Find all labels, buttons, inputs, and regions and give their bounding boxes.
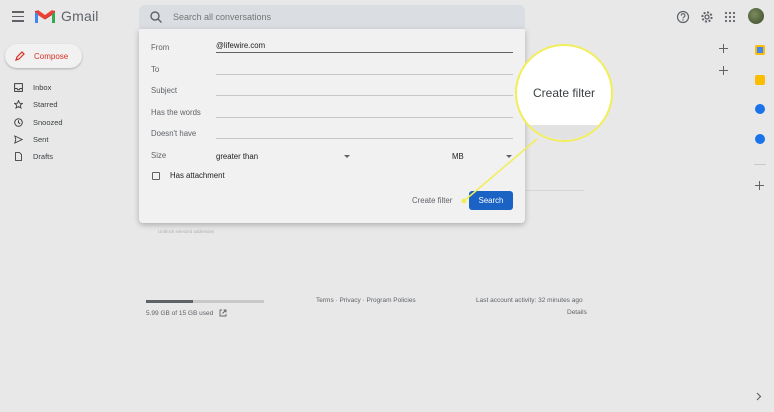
calendar-icon[interactable]: [755, 45, 765, 55]
doesnt-have-field[interactable]: [216, 125, 513, 139]
apps-grid-icon[interactable]: [724, 9, 736, 25]
gmail-logo-text: Gmail: [61, 8, 99, 24]
storage-progress-bar: [146, 300, 264, 303]
from-label: From: [151, 43, 170, 52]
add-icon[interactable]: [719, 66, 728, 75]
compose-label: Compose: [34, 51, 69, 61]
create-filter-link[interactable]: Create filter: [412, 196, 452, 205]
sidebar-item-label: Snoozed: [33, 117, 63, 127]
footer-policy-links[interactable]: Terms · Privacy · Program Policies: [316, 297, 416, 304]
account-avatar[interactable]: [748, 8, 764, 24]
star-icon: [14, 100, 23, 110]
filter-size-row: Size greater than MB: [151, 143, 513, 164]
contacts-icon[interactable]: [755, 134, 765, 144]
size-unit-value: MB: [452, 152, 464, 161]
rail-divider: [754, 164, 766, 165]
has-words-label: Has the words: [151, 108, 201, 117]
size-operator-select[interactable]: greater than: [216, 152, 350, 161]
last-activity-text: Last account activity: 32 minutes ago: [476, 297, 583, 304]
unblock-addresses-link[interactable]: Unblock selected addresses: [158, 229, 214, 234]
filter-subject-row: Subject: [151, 78, 513, 99]
subject-label: Subject: [151, 86, 178, 95]
get-addons-icon[interactable]: [755, 181, 764, 190]
main-menu-icon[interactable]: [12, 11, 24, 22]
pencil-icon: [15, 51, 25, 61]
sidebar-item-label: Inbox: [33, 83, 52, 93]
callout-magnifier: Create filter: [515, 44, 613, 142]
draft-icon: [15, 152, 22, 162]
filter-doesnt-have-row: Doesn't have: [151, 121, 513, 142]
storage-progress-fill: [146, 300, 194, 303]
storage-usage: 5.99 GB of 15 GB used: [146, 309, 227, 317]
sidebar-item-starred[interactable]: Starred: [0, 96, 130, 113]
subject-field[interactable]: [216, 82, 513, 96]
filter-has-words-row: Has the words: [151, 100, 513, 121]
sidebar-item-snoozed[interactable]: Snoozed: [0, 114, 130, 131]
settings-gear-icon[interactable]: [700, 9, 714, 25]
chevron-down-icon: [506, 155, 512, 158]
chevron-right-icon[interactable]: [756, 392, 762, 401]
has-attachment-label: Has attachment: [170, 171, 225, 180]
search-button[interactable]: Search: [469, 191, 513, 210]
callout-text: Create filter: [532, 86, 596, 100]
to-field[interactable]: [216, 61, 513, 75]
compose-button[interactable]: Compose: [5, 44, 82, 68]
sidebar-item-label: Drafts: [33, 152, 54, 162]
storage-usage-text: 5.99 GB of 15 GB used: [146, 309, 214, 317]
to-label: To: [151, 65, 160, 74]
add-icon[interactable]: [719, 44, 728, 53]
doesnt-have-label: Doesn't have: [151, 129, 197, 138]
sidebar-item-drafts[interactable]: Drafts: [0, 148, 130, 165]
sidebar-item-label: Starred: [33, 100, 58, 110]
size-unit-select[interactable]: MB: [452, 152, 512, 161]
sidebar-nav: Inbox Starred Snoozed Sent Drafts: [0, 79, 130, 165]
send-icon: [14, 135, 23, 144]
details-link[interactable]: Details: [567, 309, 587, 316]
callout-shade: [517, 125, 611, 140]
chevron-down-icon: [344, 155, 350, 158]
help-icon[interactable]: [676, 9, 690, 25]
search-bar[interactable]: [139, 5, 525, 29]
keep-icon[interactable]: [755, 75, 765, 85]
has-attachment-checkbox[interactable]: [152, 171, 160, 180]
gmail-logo[interactable]: Gmail: [35, 8, 99, 24]
from-field[interactable]: @lifewire.com: [216, 39, 513, 53]
sidebar-item-inbox[interactable]: Inbox: [0, 79, 130, 96]
sidebar-item-sent[interactable]: Sent: [0, 131, 130, 148]
search-icon[interactable]: [149, 10, 163, 24]
search-filter-panel: From @lifewire.com To Subject Has the wo…: [139, 29, 525, 223]
sidebar-item-label: Sent: [33, 135, 49, 145]
clock-icon: [14, 117, 23, 127]
size-operator-value: greater than: [216, 152, 259, 161]
search-input[interactable]: [173, 12, 473, 22]
size-label: Size: [151, 151, 167, 160]
gmail-m-icon: [35, 9, 55, 23]
external-link-icon[interactable]: [219, 309, 227, 317]
divider: [526, 190, 584, 191]
has-attachment-option: Has attachment: [152, 171, 225, 180]
inbox-icon: [14, 83, 23, 93]
tasks-icon[interactable]: [755, 104, 765, 114]
filter-to-row: To: [151, 57, 513, 78]
has-words-field[interactable]: [216, 104, 513, 118]
filter-from-row: From @lifewire.com: [151, 35, 513, 56]
